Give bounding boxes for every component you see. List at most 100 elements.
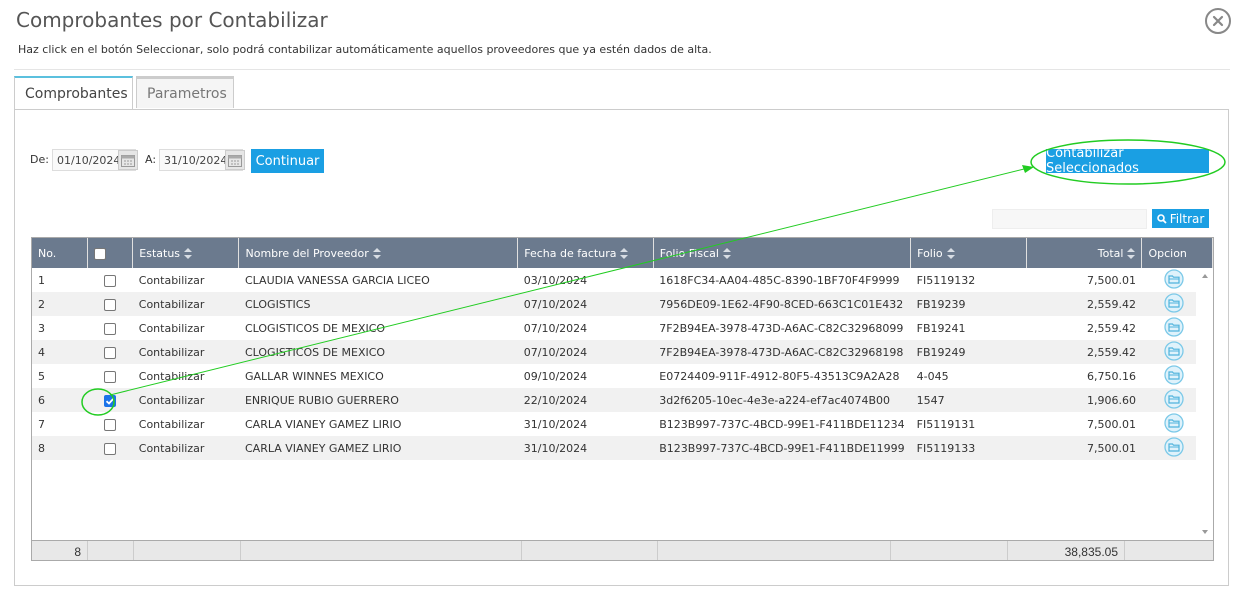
cell-fecha: 03/10/2024	[523, 273, 588, 287]
folder-icon	[1164, 388, 1184, 409]
cell-select[interactable]	[87, 340, 133, 364]
col-opcion: Opcion	[1141, 238, 1213, 268]
folder-icon	[1164, 292, 1184, 313]
cell-select[interactable]	[87, 412, 132, 436]
table-row[interactable]: 6 Contabilizar ENRIQUE RUBIO GUERRERO 22/10…	[32, 388, 1213, 412]
cell-estatus: Contabilizar	[138, 417, 205, 431]
col-folio[interactable]: Folio	[910, 238, 1027, 268]
table-row[interactable]: 4 Contabilizar CLOGISTICOS DE MEXICO 07/10/…	[32, 340, 1213, 364]
table-row[interactable]: 5 Contabilizar GALLAR WINNES MEXICO 09/10/2…	[32, 364, 1213, 388]
cell-select[interactable]	[87, 388, 133, 412]
cell-select[interactable]	[87, 316, 132, 340]
filtrar-label: Filtrar	[1169, 211, 1205, 226]
row-checkbox[interactable]	[104, 442, 117, 455]
col-fecha[interactable]: Fecha de factura	[517, 238, 654, 268]
from-calendar-button[interactable]	[118, 150, 138, 170]
tab-comprobantes[interactable]: Comprobantes	[14, 76, 133, 110]
scroll-up-icon	[1202, 274, 1208, 278]
row-checkbox[interactable]	[104, 418, 117, 431]
row-checkbox[interactable]	[104, 322, 117, 335]
cell-select[interactable]	[87, 364, 132, 388]
folder-icon	[1164, 436, 1184, 457]
col-folio-fiscal[interactable]: Folio Fiscal	[653, 238, 912, 268]
cell-folio: FI5119131	[916, 417, 976, 431]
cell-fecha: 22/10/2024	[517, 388, 654, 412]
cell-estatus: Contabilizar	[132, 292, 239, 316]
cell-total: 2,559.42	[1086, 321, 1136, 335]
tab-parametros[interactable]: Parametros	[136, 76, 234, 108]
table-row[interactable]: 2 Contabilizar CLOGISTICS 07/10/2024 7956DE0…	[32, 292, 1213, 316]
sort-icon	[946, 248, 955, 259]
folder-icon	[1164, 412, 1184, 433]
cell-fecha: 09/10/2024	[523, 369, 588, 383]
table-row[interactable]: 7 Contabilizar CARLA VIANEY GAMEZ LIRIO 31/…	[32, 412, 1213, 436]
cell-proveedor: CARLA VIANEY GAMEZ LIRIO	[238, 436, 518, 460]
select-all-checkbox[interactable]	[93, 247, 106, 260]
cell-total: 7,500.01	[1086, 273, 1136, 287]
to-label: A:	[145, 153, 157, 166]
row-checkbox[interactable]	[104, 274, 117, 287]
folder-icon	[1164, 268, 1184, 289]
col-select-all[interactable]	[87, 238, 134, 268]
cell-total: 6,750.16	[1086, 369, 1136, 383]
col-estatus[interactable]: Estatus	[132, 238, 240, 268]
row-checkbox[interactable]	[104, 346, 117, 359]
contabilizar-seleccionados-button[interactable]: Contabilizar Seleccionados	[1046, 146, 1209, 176]
cell-proveedor: ENRIQUE RUBIO GUERRERO	[238, 388, 518, 412]
cell-folio-fiscal: B123B997-737C-4BCD-99E1-F411BDE11234	[659, 417, 905, 431]
cell-no: 1	[38, 273, 45, 287]
continuar-button[interactable]: Continuar	[251, 149, 324, 173]
table-header-row: No. Estatus Nombre del Proveedor Fecha d…	[32, 238, 1213, 268]
cell-fecha: 07/10/2024	[523, 321, 588, 335]
cell-fecha: 31/10/2024	[523, 417, 588, 431]
table-row[interactable]: 3 Contabilizar CLOGISTICOS DE MEXICO 07/10/…	[32, 316, 1213, 340]
cell-folio-fiscal: E0724409-911F-4912-80F5-43513C9A2A28	[659, 369, 900, 383]
table-row[interactable]: 8 Contabilizar CARLA VIANEY GAMEZ LIRIO 31/…	[32, 436, 1213, 460]
scroll-down-icon	[1202, 530, 1208, 534]
sort-icon	[372, 248, 381, 259]
col-total[interactable]: Total	[1026, 238, 1143, 268]
row-checkbox[interactable]	[104, 394, 117, 407]
cell-folio: FI5119133	[910, 436, 1027, 460]
filtrar-button[interactable]: Filtrar	[1152, 209, 1209, 228]
cell-folio-fiscal: 1618FC34-AA04-485C-8390-1BF70F4F9999	[659, 273, 900, 287]
cell-folio-fiscal: 7F2B94EA-3978-473D-A6AC-C82C32968099	[659, 321, 904, 335]
cell-no: 3	[38, 321, 45, 335]
cell-fecha: 07/10/2024	[517, 292, 654, 316]
sort-icon	[620, 248, 629, 259]
cell-select[interactable]	[87, 292, 133, 316]
cell-folio-fiscal: 7956DE09-1E62-4F90-8CED-663C1C01E432	[653, 292, 911, 316]
cell-folio: 4-045	[916, 369, 949, 383]
filter-input[interactable]	[992, 209, 1147, 229]
sort-icon	[722, 248, 731, 259]
cell-estatus: Contabilizar	[132, 388, 239, 412]
cell-estatus: Contabilizar	[138, 321, 205, 335]
row-checkbox[interactable]	[104, 298, 117, 311]
table-row[interactable]: 1 Contabilizar CLAUDIA VANESSA GARCIA LICE…	[32, 268, 1213, 292]
close-button[interactable]	[1205, 8, 1231, 34]
sort-icon	[184, 248, 193, 259]
calendar-icon	[228, 154, 242, 167]
cell-proveedor: CLAUDIA VANESSA GARCIA LICEO	[244, 273, 430, 287]
close-icon	[1212, 15, 1224, 27]
cell-folio: FB19249	[910, 340, 1027, 364]
vertical-scrollbar[interactable]	[1196, 269, 1213, 539]
cell-folio-fiscal: 3d2f6205-10ec-4e3e-a224-ef7ac4074B00	[653, 388, 911, 412]
cell-proveedor: CLOGISTICOS DE MEXICO	[238, 340, 518, 364]
cell-total: 1,906.60	[1026, 388, 1142, 412]
cell-folio: FI5119132	[916, 273, 976, 287]
cell-estatus: Contabilizar	[138, 273, 205, 287]
cell-no: 2	[32, 292, 88, 316]
cell-proveedor: CLOGISTICOS DE MEXICO	[244, 321, 386, 335]
col-proveedor[interactable]: Nombre del Proveedor	[238, 238, 519, 268]
from-label: De:	[30, 153, 49, 166]
table-footer: 8 38,835.05	[32, 540, 1213, 560]
cell-total: 2,559.42	[1026, 340, 1142, 364]
cell-select[interactable]	[87, 436, 133, 460]
cell-select[interactable]	[87, 268, 132, 292]
cell-estatus: Contabilizar	[132, 436, 239, 460]
row-checkbox[interactable]	[104, 370, 117, 383]
cell-estatus: Contabilizar	[132, 340, 239, 364]
cell-folio: FB19239	[910, 292, 1027, 316]
to-calendar-button[interactable]	[225, 150, 245, 170]
